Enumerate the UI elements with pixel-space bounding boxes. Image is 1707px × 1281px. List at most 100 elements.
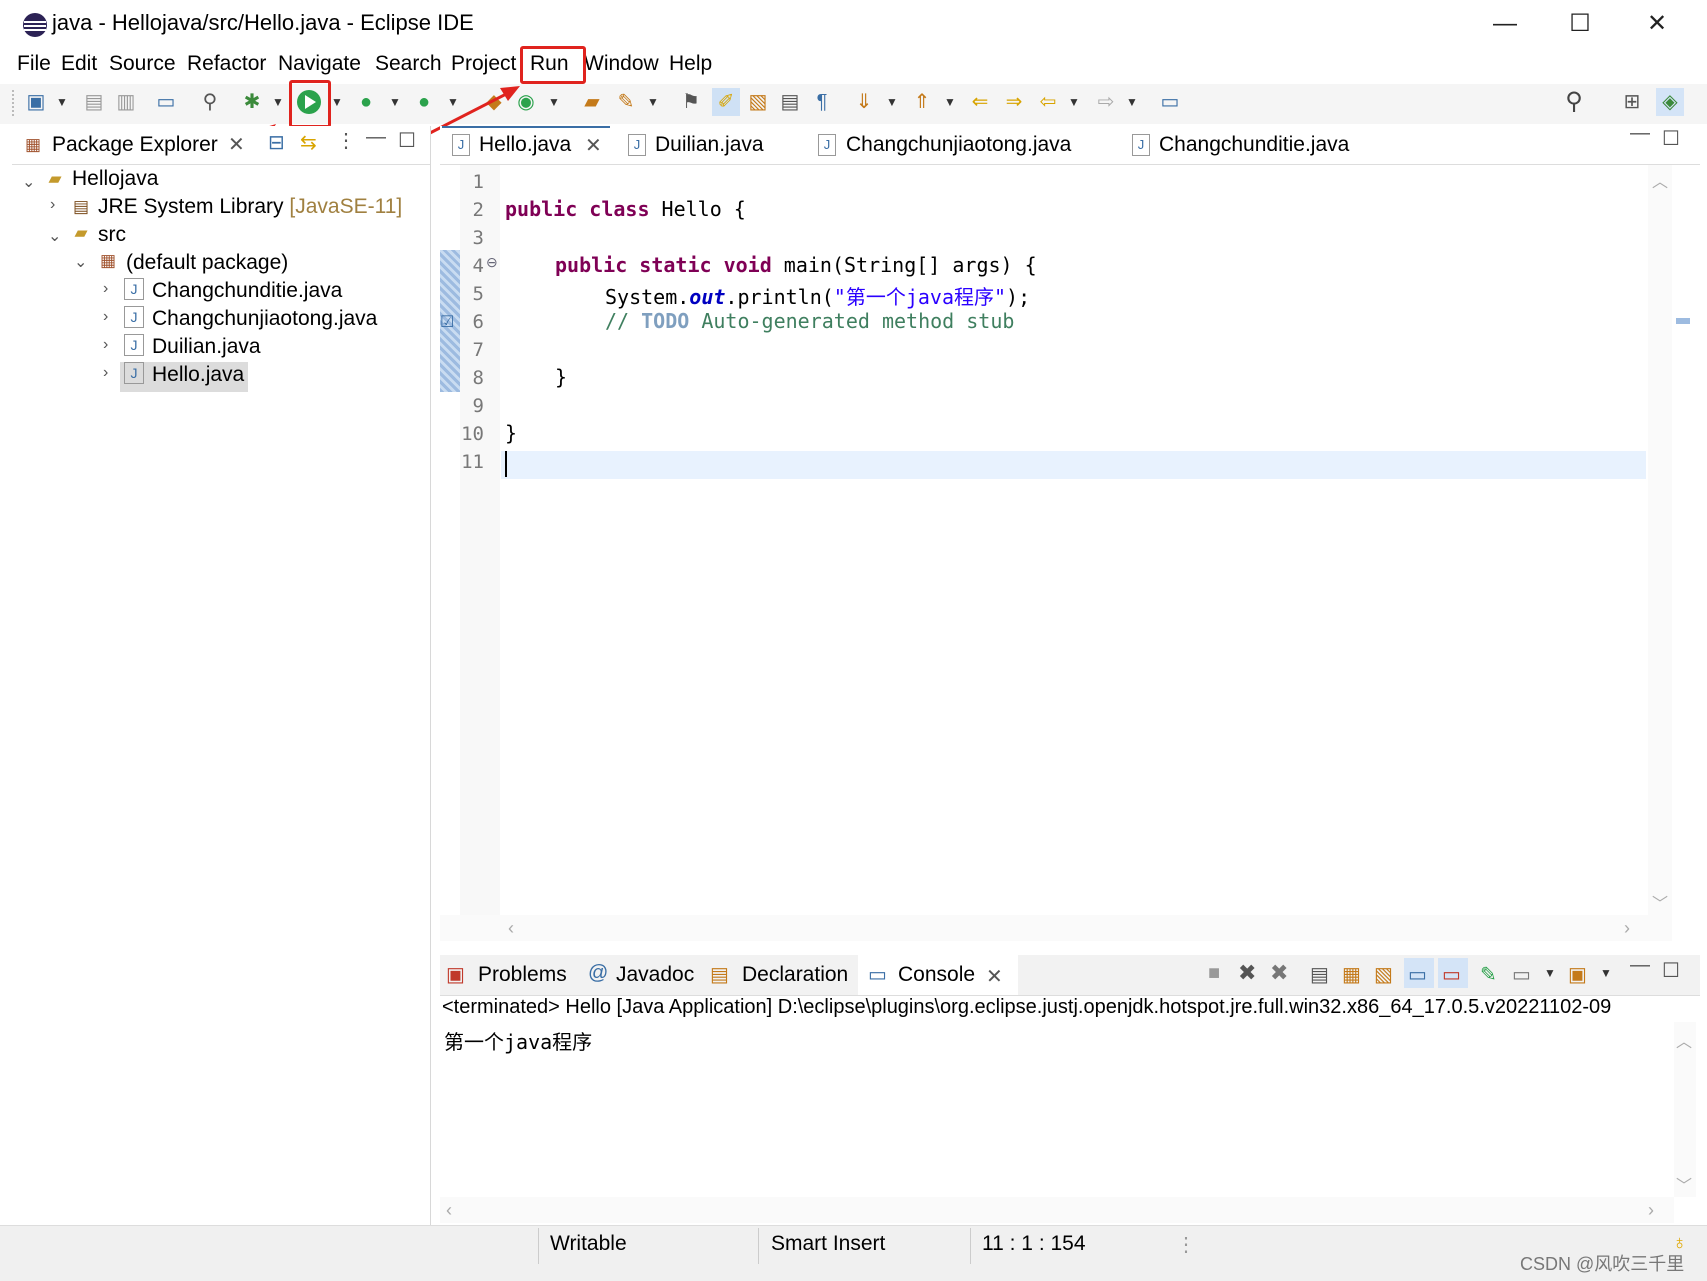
task-marker-icon[interactable]: ☑ xyxy=(440,312,454,332)
keyword: public xyxy=(555,253,628,277)
collapse-chevron-icon[interactable]: › xyxy=(103,308,108,326)
code-line-10: } xyxy=(505,421,518,445)
minimize-editor-icon[interactable]: — xyxy=(1630,122,1650,145)
console-output-area[interactable] xyxy=(440,1022,1674,1197)
status-divider xyxy=(970,1228,971,1264)
remove-all-terminated-icon[interactable]: ✖ xyxy=(1270,960,1288,986)
remove-launch-icon[interactable]: ✖ xyxy=(1238,960,1256,986)
scroll-right-icon[interactable]: › xyxy=(1624,918,1630,939)
expand-chevron-icon[interactable]: ⌄ xyxy=(48,226,61,246)
scroll-up-icon[interactable]: ︿ xyxy=(1676,1028,1692,1052)
scroll-right-icon[interactable]: › xyxy=(1648,1200,1654,1221)
collapse-chevron-icon[interactable]: › xyxy=(103,364,108,382)
close-console-icon[interactable]: ✕ xyxy=(986,964,1003,989)
package-explorer-icon: ▦ xyxy=(24,135,42,154)
expand-chevron-icon[interactable]: ⌄ xyxy=(22,172,35,192)
tree-item-project[interactable]: Hellojava xyxy=(72,167,158,191)
tab-hello-java[interactable]: Hello.java xyxy=(479,126,571,164)
scroll-left-icon[interactable]: ‹ xyxy=(446,1200,452,1221)
tab-problems[interactable]: Problems xyxy=(478,955,567,995)
java-file-icon: J xyxy=(1132,134,1150,156)
line-number: 5 xyxy=(472,283,484,305)
display-console-dropdown-icon[interactable]: ▼ xyxy=(1544,966,1556,980)
minimize-console-icon[interactable]: — xyxy=(1630,954,1650,977)
java-file-icon: J xyxy=(124,306,144,328)
keyword: static xyxy=(639,253,712,277)
status-writable: Writable xyxy=(550,1232,627,1255)
show-stderr-icon[interactable]: ▭ xyxy=(1442,962,1461,987)
show-stdout-icon[interactable]: ▭ xyxy=(1408,962,1427,987)
close-tab-icon[interactable]: ✕ xyxy=(585,133,602,158)
code-text: System. xyxy=(605,285,690,309)
collapse-all-icon[interactable]: ⊟ xyxy=(268,130,285,155)
status-divider xyxy=(758,1228,759,1264)
close-view-icon[interactable]: ✕ xyxy=(228,132,245,157)
code-line-5: System.out.println("第一个java程序"); xyxy=(605,281,1030,310)
open-console-icon[interactable]: ▣ xyxy=(1568,962,1587,987)
tree-item-file[interactable]: Duilian.java xyxy=(152,335,261,359)
horizontal-scrollbar[interactable] xyxy=(440,915,1672,941)
clear-console-icon[interactable]: ▤ xyxy=(1310,962,1329,987)
java-file-icon: J xyxy=(452,134,470,156)
word-wrap-console-icon[interactable]: ▧ xyxy=(1374,962,1393,987)
status-grip-icon[interactable]: ⋮ xyxy=(1176,1232,1196,1257)
fold-icon[interactable]: ⊖ xyxy=(486,254,498,271)
code-editor[interactable] xyxy=(440,165,1648,915)
tab-javadoc[interactable]: Javadoc xyxy=(616,955,694,995)
display-console-icon[interactable]: ▭ xyxy=(1512,962,1531,987)
package-explorer-title[interactable]: Package Explorer xyxy=(52,133,218,157)
console-output-text: 第一个java程序 xyxy=(444,1030,593,1054)
tree-item-jre[interactable]: JRE System Library [JavaSE-11] xyxy=(98,195,402,219)
tree-item-file[interactable]: Changchunditie.java xyxy=(152,279,342,303)
scroll-lock-icon[interactable]: ▦ xyxy=(1342,962,1361,987)
comment: Auto-generated method stub xyxy=(689,309,1015,333)
status-insert-mode: Smart Insert xyxy=(771,1232,886,1255)
java-file-icon: J xyxy=(628,134,646,156)
minimize-view-icon[interactable]: — xyxy=(366,126,386,149)
expand-chevron-icon[interactable]: ⌄ xyxy=(74,252,87,272)
tree-item-file[interactable]: Changchunjiaotong.java xyxy=(152,307,377,331)
java-file-icon: J xyxy=(124,278,144,300)
view-menu-icon[interactable]: ⋮ xyxy=(336,128,356,153)
status-cursor-position: 11 : 1 : 154 xyxy=(982,1232,1086,1255)
vertical-scrollbar[interactable] xyxy=(1648,165,1672,915)
link-with-editor-icon[interactable]: ⇆ xyxy=(300,130,317,155)
comment: // xyxy=(605,309,642,333)
scroll-left-icon[interactable]: ‹ xyxy=(508,918,514,939)
line-number: 9 xyxy=(472,395,484,417)
tab-console[interactable]: Console xyxy=(898,955,975,995)
console-process-label: <terminated> Hello [Java Application] D:… xyxy=(442,996,1612,1018)
maximize-view-icon[interactable]: ☐ xyxy=(398,128,416,153)
scroll-up-icon[interactable]: ︿ xyxy=(1652,168,1668,192)
collapse-chevron-icon[interactable]: › xyxy=(103,280,108,298)
console-horizontal-scrollbar[interactable] xyxy=(440,1197,1674,1223)
line-number: 11 xyxy=(461,451,484,473)
watermark: CSDN @风吹三千里 xyxy=(1520,1254,1685,1274)
code-line-4: public static void main(String[] args) { xyxy=(555,253,1037,277)
maximize-editor-icon[interactable]: ☐ xyxy=(1662,126,1680,151)
line-number: 6 xyxy=(472,311,484,333)
line-number: 1 xyxy=(472,171,484,193)
overview-marker[interactable] xyxy=(1676,318,1690,324)
problems-icon: ▣ xyxy=(446,964,465,986)
scroll-down-icon[interactable]: ﹀ xyxy=(1676,1172,1692,1196)
collapse-chevron-icon[interactable]: › xyxy=(103,336,108,354)
tab-changchunjiaotong-java[interactable]: Changchunjiaotong.java xyxy=(846,126,1071,164)
terminate-icon[interactable]: ■ xyxy=(1208,962,1220,985)
maximize-console-icon[interactable]: ☐ xyxy=(1662,958,1680,983)
scroll-down-icon[interactable]: ﹀ xyxy=(1652,890,1668,914)
keyword: public xyxy=(505,197,578,221)
collapse-chevron-icon[interactable]: › xyxy=(50,196,55,214)
tree-item-src[interactable]: src xyxy=(98,223,126,247)
open-console-dropdown-icon[interactable]: ▼ xyxy=(1600,966,1612,980)
code-line-8: } xyxy=(555,365,568,389)
text-cursor xyxy=(505,451,507,477)
tree-item-package[interactable]: (default package) xyxy=(126,251,288,275)
tree-item-file-selected[interactable]: Hello.java xyxy=(152,363,244,387)
jre-label: JRE System Library xyxy=(98,195,284,218)
tab-duilian-java[interactable]: Duilian.java xyxy=(655,126,764,164)
tab-declaration[interactable]: Declaration xyxy=(742,955,848,995)
todo-tag: TODO xyxy=(641,309,690,333)
tab-changchunditie-java[interactable]: Changchunditie.java xyxy=(1159,126,1349,164)
pin-console-icon[interactable]: ✎ xyxy=(1480,962,1497,987)
